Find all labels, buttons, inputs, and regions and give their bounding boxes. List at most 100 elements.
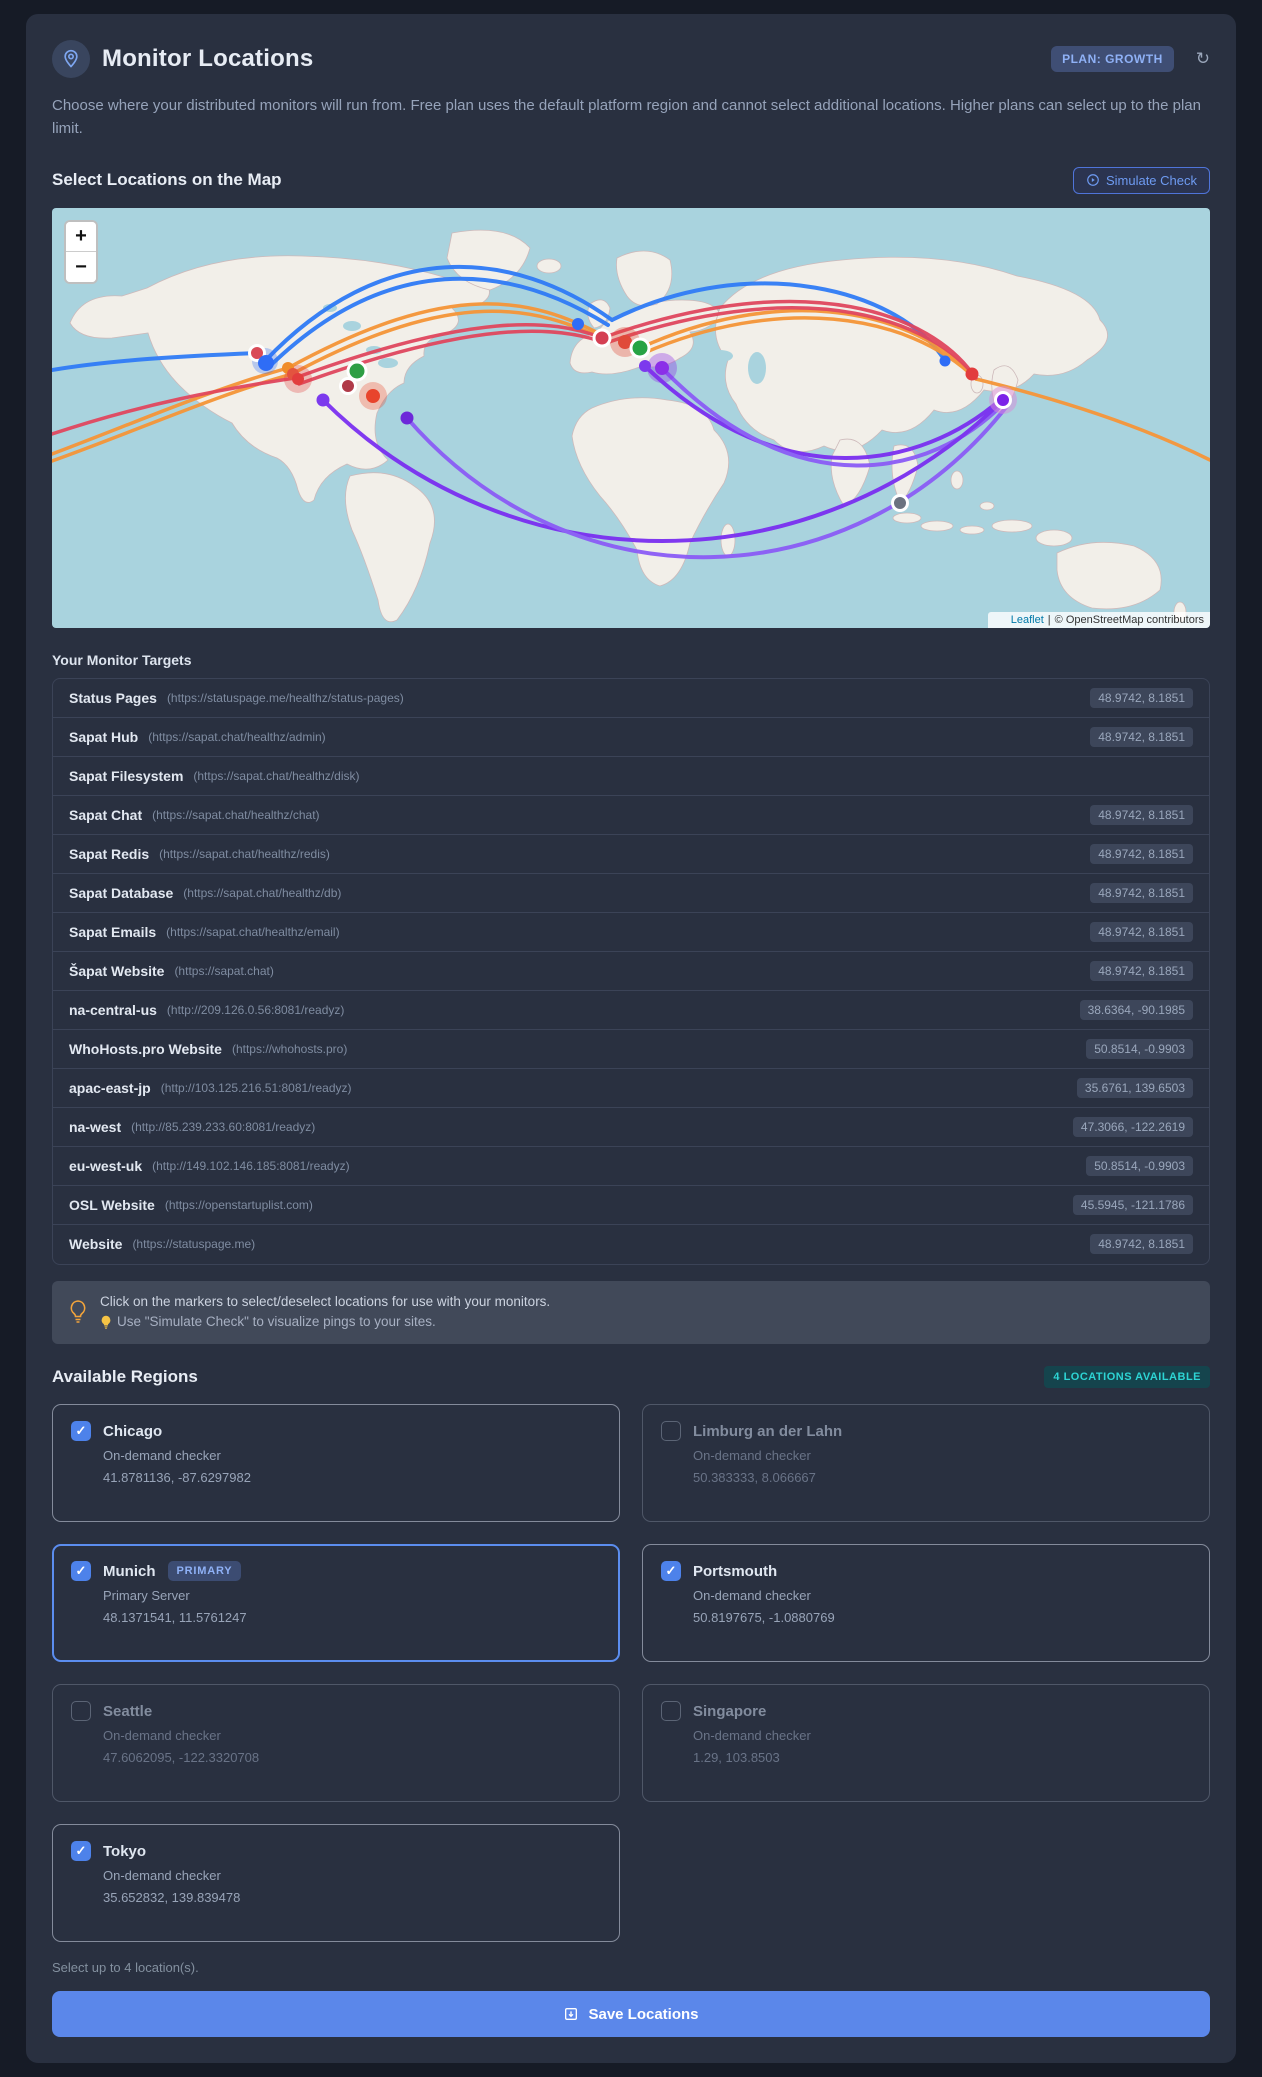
save-locations-button[interactable]: Save Locations [52,1991,1210,2038]
region-coords: 50.383333, 8.066667 [693,1470,816,1486]
region-checkbox[interactable] [661,1561,681,1582]
target-url: (https://openstartuplist.com) [164,1197,313,1212]
region-checkbox[interactable] [71,1841,91,1862]
target-url: (https://sapat.chat/healthz/db) [183,885,342,900]
marker-uk [572,317,584,330]
target-name: Sapat Database [69,884,174,901]
marker-tokyo [994,390,1012,409]
zoom-in-button[interactable]: + [66,221,96,252]
region-card[interactable]: Portsmouth On-demand checker 50.8197675,… [642,1544,1210,1663]
map-zoom-control: + − [64,219,98,284]
monitor-targets-list: Status Pages (https://statuspage.me/heal… [52,677,1210,1265]
target-row: apac-east-jp (http://103.125.216.51:8081… [53,1069,1209,1108]
target-row: WhoHosts.pro Website (https://whohosts.p… [53,1030,1209,1069]
target-name: apac-east-jp [69,1079,151,1096]
marker-seattle [258,354,274,371]
target-row: Sapat Filesystem (https://sapat.chat/hea… [53,757,1209,796]
play-circle-icon [1087,174,1099,186]
locations-available-badge: 4 LOCATIONS AVAILABLE [1044,1366,1210,1389]
target-url: (https://sapat.chat/healthz/redis) [159,846,330,861]
region-subtitle: On-demand checker [693,1588,811,1604]
region-coords: 47.6062095, -122.3320708 [103,1750,260,1766]
lightbulb-icon [70,1300,86,1324]
regions-grid: Chicago On-demand checker 41.8781136, -8… [52,1404,1210,1943]
lightbulb-small-icon [101,1316,111,1330]
zoom-out-button[interactable]: − [66,251,96,282]
target-coords-badge: 48.9742, 8.1851 [1090,882,1193,903]
marker-na-central [339,376,357,395]
region-card[interactable]: Chicago On-demand checker 41.8781136, -8… [52,1404,620,1523]
marker-eu-west [592,328,612,347]
region-card[interactable]: Munich PRIMARY Primary Server 48.1371541… [52,1544,620,1663]
targets-heading: Your Monitor Targets [52,651,192,668]
region-subtitle: On-demand checker [103,1448,221,1464]
target-url: (http://85.239.233.60:8081/readyz) [131,1119,316,1134]
target-coords-badge: 48.9742, 8.1851 [1090,804,1193,825]
region-checkbox[interactable] [71,1701,91,1722]
marker-singapore [891,493,909,512]
target-name: Šapat Website [69,962,165,979]
marker-chicago [346,360,368,381]
region-checkbox[interactable] [661,1421,681,1442]
region-name: Tokyo [103,1842,147,1860]
target-coords-badge: 45.5945, -121.1786 [1072,1194,1193,1215]
save-icon [565,2008,578,2021]
region-name: Singapore [693,1702,767,1720]
region-coords: 48.1371541, 11.5761247 [103,1610,247,1626]
region-coords: 41.8781136, -87.6297982 [103,1470,251,1486]
region-coords: 50.8197675, -1.0880769 [693,1610,835,1626]
refresh-icon[interactable]: ↻ [1196,49,1210,69]
simulate-check-button[interactable]: Simulate Check [1072,166,1210,194]
target-url: (https://whohosts.pro) [231,1041,348,1056]
target-row: Sapat Chat (https://sapat.chat/healthz/c… [53,796,1209,835]
target-url: (https://sapat.chat/healthz/disk) [193,768,360,783]
target-row: OSL Website (https://openstartuplist.com… [53,1186,1209,1225]
region-checkbox[interactable] [71,1561,91,1582]
target-url: (http://149.102.146.185:8081/readyz) [152,1158,350,1173]
region-coords: 1.29, 103.8503 [693,1750,780,1766]
region-checkbox[interactable] [661,1701,681,1722]
region-subtitle: On-demand checker [103,1868,221,1884]
target-name: na-west [69,1118,122,1135]
target-url: (https://sapat.chat/healthz/chat) [152,807,320,822]
target-name: Sapat Hub [69,728,139,745]
target-row: na-central-us (http://209.126.0.56:8081/… [53,991,1209,1030]
target-name: OSL Website [69,1196,155,1213]
region-card[interactable]: Limburg an der Lahn On-demand checker 50… [642,1404,1210,1523]
leaflet-link[interactable]: Leaflet [1011,614,1044,626]
region-coords: 35.652832, 139.839478 [103,1890,241,1906]
target-row: Sapat Hub (https://sapat.chat/healthz/ad… [53,718,1209,757]
target-name: Sapat Redis [69,845,150,862]
page-title: Monitor Locations [102,45,314,72]
region-card[interactable]: Tokyo On-demand checker 35.652832, 139.8… [52,1824,620,1943]
target-name: WhoHosts.pro Website [69,1040,222,1057]
target-coords-badge: 48.9742, 8.1851 [1090,1234,1193,1254]
region-name: Portsmouth [693,1562,778,1580]
osm-attribution: © OpenStreetMap contributors [1054,613,1204,626]
plan-badge: PLAN: GROWTH [1051,46,1174,72]
target-url: (https://sapat.chat) [174,963,274,978]
target-url: (https://statuspage.me) [132,1237,256,1251]
region-card[interactable]: Singapore On-demand checker 1.29, 103.85… [642,1684,1210,1803]
target-name: na-central-us [69,1001,157,1018]
world-map[interactable]: + − Leaflet | © OpenStreetMap contributo… [52,207,1210,628]
target-coords-badge: 48.9742, 8.1851 [1090,687,1193,708]
target-url: (https://sapat.chat/healthz/admin) [148,729,326,744]
target-name: Status Pages [69,689,157,706]
region-subtitle: On-demand checker [693,1448,811,1464]
target-row: Website (https://statuspage.me) 48.9742,… [53,1225,1209,1264]
map-attribution: Leaflet | © OpenStreetMap contributors [987,611,1210,628]
target-row: na-west (http://85.239.233.60:8081/ready… [53,1108,1209,1147]
region-name: Munich [103,1562,156,1580]
target-name: Website [69,1236,123,1252]
region-checkbox[interactable] [71,1421,91,1442]
tip-line1: Click on the markers to select/deselect … [100,1293,551,1309]
target-coords-badge: 35.6761, 139.6503 [1076,1077,1193,1098]
target-name: Sapat Emails [69,923,157,940]
target-name: Sapat Filesystem [69,767,184,784]
target-coords-badge: 48.9742, 8.1851 [1090,726,1193,747]
region-card[interactable]: Seattle On-demand checker 47.6062095, -1… [52,1684,620,1803]
regions-heading: Available Regions [52,1367,198,1387]
target-name: eu-west-uk [69,1157,143,1174]
target-coords-badge: 50.8514, -0.9903 [1086,1038,1193,1059]
